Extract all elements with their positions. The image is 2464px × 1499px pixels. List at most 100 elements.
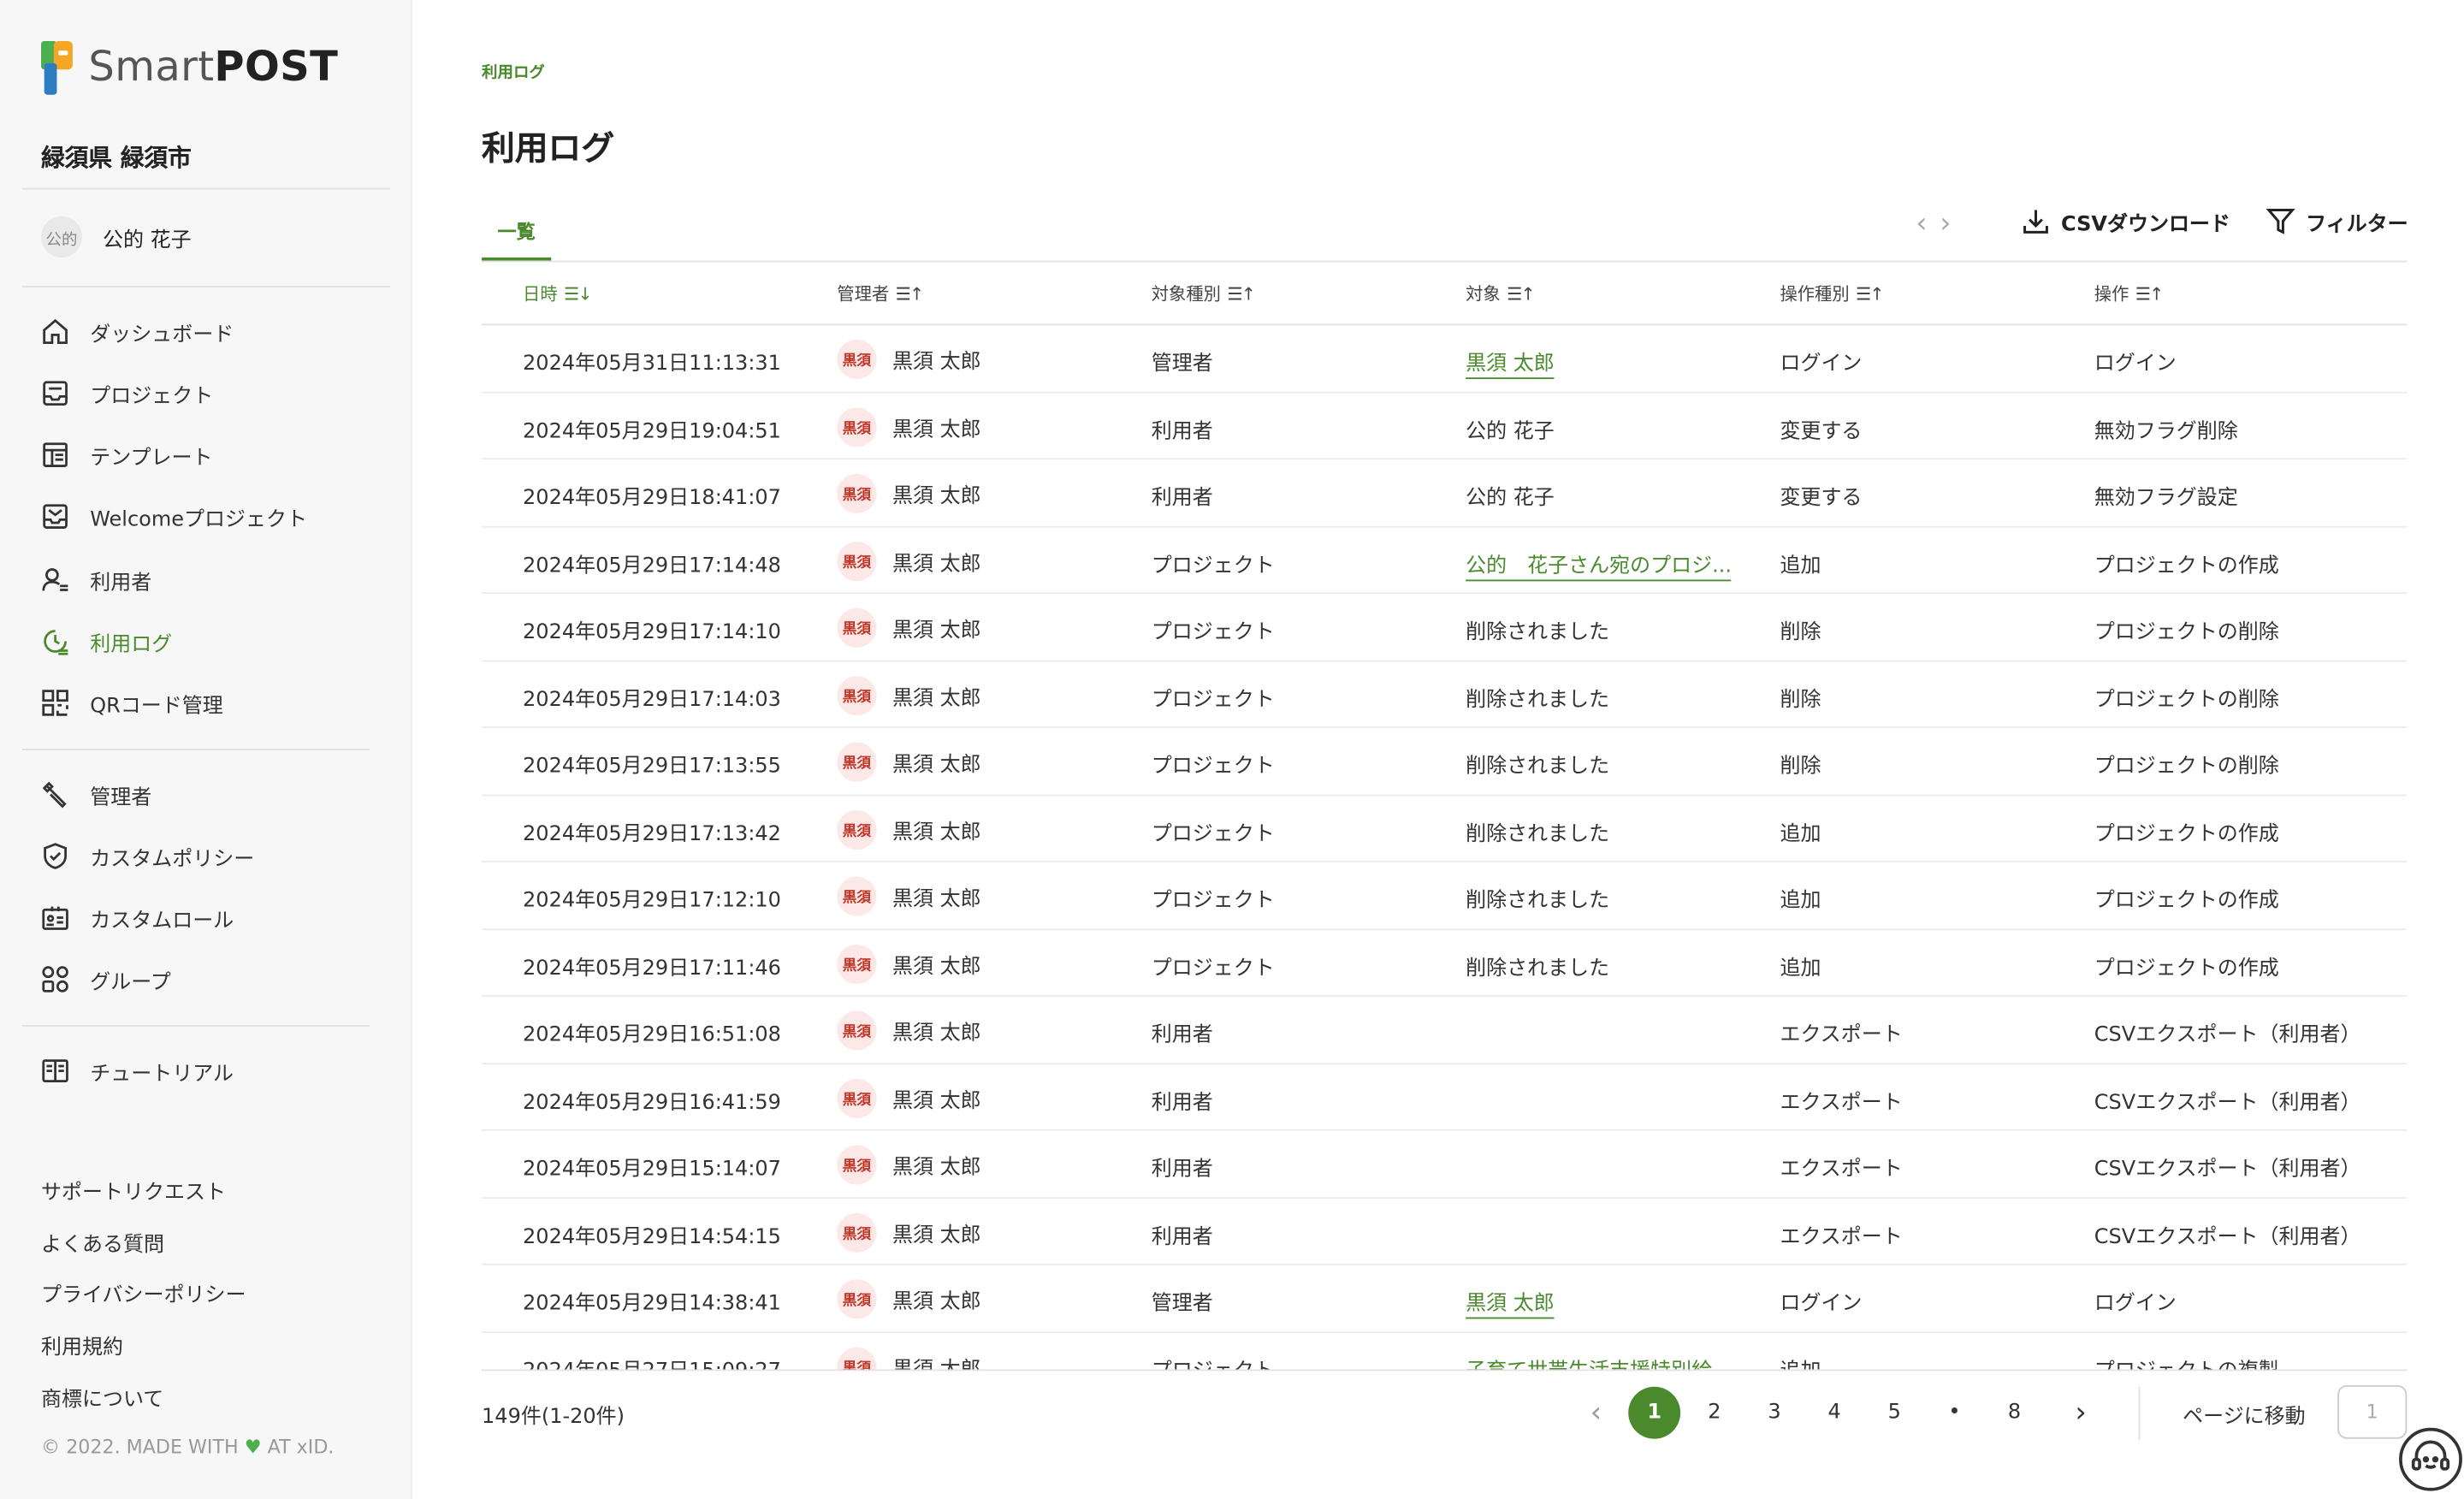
chevron-left-icon[interactable]: ‹ — [1916, 207, 1927, 240]
table-row[interactable]: 2024年05月29日14:54:15 黒須 黒須 太郎 利用者 エクスポート CSVエク… — [482, 1198, 2408, 1265]
column-header-operation-type[interactable]: 操作種別 ☰↑ — [1780, 281, 1884, 307]
sidebar-item-welcome-project[interactable]: Welcomeプロジェクト — [41, 497, 307, 535]
table-row[interactable]: 2024年05月29日17:14:10 黒須 黒須 太郎 プロジェクト 削除されました 削… — [482, 594, 2408, 661]
admin-avatar: 黒須 — [837, 1346, 877, 1370]
sidebar-item-tutorial[interactable]: チュートリアル — [41, 1052, 234, 1089]
column-header-admin[interactable]: 管理者 ☰↑ — [837, 281, 924, 307]
sidebar-item-template[interactable]: テンプレート — [41, 435, 213, 473]
column-header-operation[interactable]: 操作 ☰↑ — [2094, 281, 2164, 307]
cell-operation-type: 追加 — [1780, 889, 1821, 913]
breadcrumb[interactable]: 利用ログ — [482, 58, 545, 82]
sidebar-divider — [21, 1025, 370, 1027]
cell-datetime: 2024年05月29日17:14:03 — [523, 687, 781, 712]
sidebar-item-group[interactable]: グループ — [41, 960, 171, 998]
faq-link[interactable]: よくある質問 — [41, 1227, 164, 1258]
filter-button[interactable]: フィルター — [2265, 205, 2408, 237]
admin-avatar: 黒須 — [837, 1279, 877, 1319]
inbox-icon — [41, 379, 69, 407]
table-row[interactable]: 2024年05月29日17:14:48 黒須 黒須 太郎 プロジェクト 公的 花子さん宛… — [482, 527, 2408, 595]
goto-page-input[interactable]: 1 — [2337, 1384, 2408, 1439]
cell-operation: 無効フラグ削除 — [2094, 419, 2238, 443]
sidebar-divider — [21, 187, 390, 190]
cell-operation: プロジェクトの作成 — [2094, 554, 2279, 578]
sidebar-item-dashboard[interactable]: ダッシュボード — [41, 313, 234, 351]
cell-datetime: 2024年05月29日19:04:51 — [523, 419, 781, 443]
column-header-datetime[interactable]: 日時 ☰↓ — [523, 281, 592, 307]
table-row[interactable]: 2024年05月29日16:41:59 黒須 黒須 太郎 利用者 エクスポート CSVエク… — [482, 1064, 2408, 1131]
table-row[interactable]: 2024年05月29日17:13:55 黒須 黒須 太郎 プロジェクト 削除されました 削… — [482, 728, 2408, 796]
cell-admin: 黒須黒須 太郎 — [837, 1279, 981, 1319]
logo[interactable]: SmartPOST — [40, 40, 338, 95]
table-row[interactable]: 2024年05月29日17:12:10 黒須 黒須 太郎 プロジェクト 削除されました 追… — [482, 862, 2408, 930]
table-row[interactable]: 2024年05月29日15:14:07 黒須 黒須 太郎 利用者 エクスポート CSVエク… — [482, 1131, 2408, 1199]
target-link[interactable]: 子育て世帯生活支援特別給 — [1466, 1353, 1712, 1369]
table-row[interactable]: 2024年05月29日14:38:41 黒須 黒須 太郎 管理者 黒須 太郎 ログイン ログ… — [482, 1265, 2408, 1333]
cell-operation-type: ログイン — [1780, 352, 1863, 376]
chevron-right-icon[interactable]: › — [1940, 207, 1951, 240]
admin-name: 黒須 太郎 — [891, 350, 981, 375]
cell-target-type: 利用者 — [1151, 1158, 1213, 1182]
sidebar-item-custom-role[interactable]: カスタムロール — [41, 898, 234, 936]
admin-name: 黒須 太郎 — [891, 619, 981, 643]
sidebar-item-label: 管理者 — [90, 785, 152, 810]
table-row[interactable]: 2024年05月29日17:13:42 黒須 黒須 太郎 プロジェクト 削除されました 追… — [482, 795, 2408, 862]
sidebar-item-users[interactable]: 利用者 — [41, 560, 151, 598]
cell-target: 公的 花子 — [1466, 480, 1555, 511]
page-button-1[interactable]: 1 — [1628, 1386, 1681, 1439]
table-row[interactable]: 2024年05月29日17:14:03 黒須 黒須 太郎 プロジェクト 削除されました 削… — [482, 661, 2408, 729]
column-label: 管理者 — [837, 284, 890, 305]
admin-name: 黒須 太郎 — [891, 1290, 981, 1314]
tab-list[interactable]: 一覧 — [482, 202, 552, 261]
cell-admin: 黒須黒須 太郎 — [837, 943, 981, 984]
smartpost-logo-icon — [40, 40, 76, 95]
sidebar-item-admin[interactable]: 管理者 — [41, 775, 151, 813]
table-row[interactable]: 2024年05月29日18:41:07 黒須 黒須 太郎 利用者 公的 花子 変更する 無効… — [482, 459, 2408, 527]
terms-link[interactable]: 利用規約 — [41, 1330, 123, 1360]
cell-datetime: 2024年05月29日17:14:10 — [523, 620, 781, 645]
history-icon — [41, 627, 69, 655]
column-header-target[interactable]: 対象 ☰↑ — [1466, 281, 1535, 307]
next-page-button[interactable]: › — [2055, 1387, 2107, 1439]
cell-target-type: プロジェクト — [1151, 956, 1275, 981]
target-link[interactable]: 黒須 太郎 — [1466, 1286, 1555, 1319]
sidebar-item-custom-policy[interactable]: カスタムポリシー — [41, 837, 254, 874]
table-row[interactable]: 2024年05月29日19:04:51 黒須 黒須 太郎 利用者 公的 花子 変更する 無効… — [482, 393, 2408, 460]
target-text: 削除されました — [1466, 956, 1610, 981]
page-button-2[interactable]: 2 — [1688, 1387, 1740, 1439]
cell-operation: 無効フラグ設定 — [2094, 486, 2238, 511]
page-button-5[interactable]: 5 — [1869, 1387, 1921, 1439]
page-button-8[interactable]: 8 — [1988, 1387, 2040, 1439]
admin-avatar: 黒須 — [837, 1010, 877, 1051]
prev-page-button[interactable]: ‹ — [1570, 1387, 1622, 1439]
sidebar-item-qr-code[interactable]: QRコード管理 — [41, 684, 223, 721]
cell-operation: CSVエクスポート（利用者） — [2094, 1158, 2361, 1182]
table-row[interactable]: 2024年05月27日15:09:27 黒須黒須 太郎 プロジェクト 子育て世帯生活支… — [482, 1332, 2407, 1370]
column-header-target-type[interactable]: 対象種別 ☰↑ — [1152, 281, 1256, 307]
cell-admin: 黒須黒須 太郎 — [837, 1145, 981, 1185]
cell-target: 黒須 太郎 — [1466, 1286, 1555, 1319]
csv-download-button[interactable]: CSVダウンロード — [2020, 205, 2230, 237]
column-label: 操作種別 — [1780, 284, 1850, 305]
users-icon — [41, 566, 69, 594]
support-chat-button[interactable] — [2399, 1427, 2462, 1491]
privacy-policy-link[interactable]: プライバシーポリシー — [41, 1277, 246, 1308]
target-link[interactable]: 黒須 太郎 — [1466, 346, 1555, 380]
cell-operation: プロジェクトの削除 — [2094, 755, 2279, 779]
trademark-link[interactable]: 商標について — [41, 1382, 163, 1413]
admin-name: 黒須 太郎 — [891, 1088, 981, 1113]
sidebar-item-usage-log[interactable]: 利用ログ — [41, 622, 172, 660]
table-row[interactable]: 2024年05月31日11:13:31 黒須 黒須 太郎 管理者 黒須 太郎 ログイン ログ… — [482, 325, 2408, 393]
table-row[interactable]: 2024年05月29日16:51:08 黒須 黒須 太郎 利用者 エクスポート CSVエク… — [482, 997, 2408, 1064]
cell-target-type: プロジェクト — [1151, 620, 1275, 645]
page-button-4[interactable]: 4 — [1809, 1387, 1861, 1439]
user-profile[interactable]: 公的 公的 花子 — [40, 216, 192, 258]
table-body: 2024年05月31日11:13:31 黒須 黒須 太郎 管理者 黒須 太郎 ログイン ログ… — [482, 325, 2408, 1370]
cell-operation: CSVエクスポート（利用者） — [2094, 1224, 2361, 1249]
cell-datetime: 2024年05月29日14:38:41 — [523, 1292, 781, 1316]
table-row[interactable]: 2024年05月29日17:11:46 黒須 黒須 太郎 プロジェクト 削除されました 追… — [482, 929, 2408, 997]
page-button-3[interactable]: 3 — [1749, 1387, 1801, 1439]
sidebar-item-project[interactable]: プロジェクト — [41, 375, 213, 412]
support-request-link[interactable]: サポートリクエスト — [41, 1175, 226, 1206]
target-link[interactable]: 公的 花子さん宛のプロジ... — [1466, 548, 1732, 581]
admin-avatar: 黒須 — [837, 809, 877, 850]
